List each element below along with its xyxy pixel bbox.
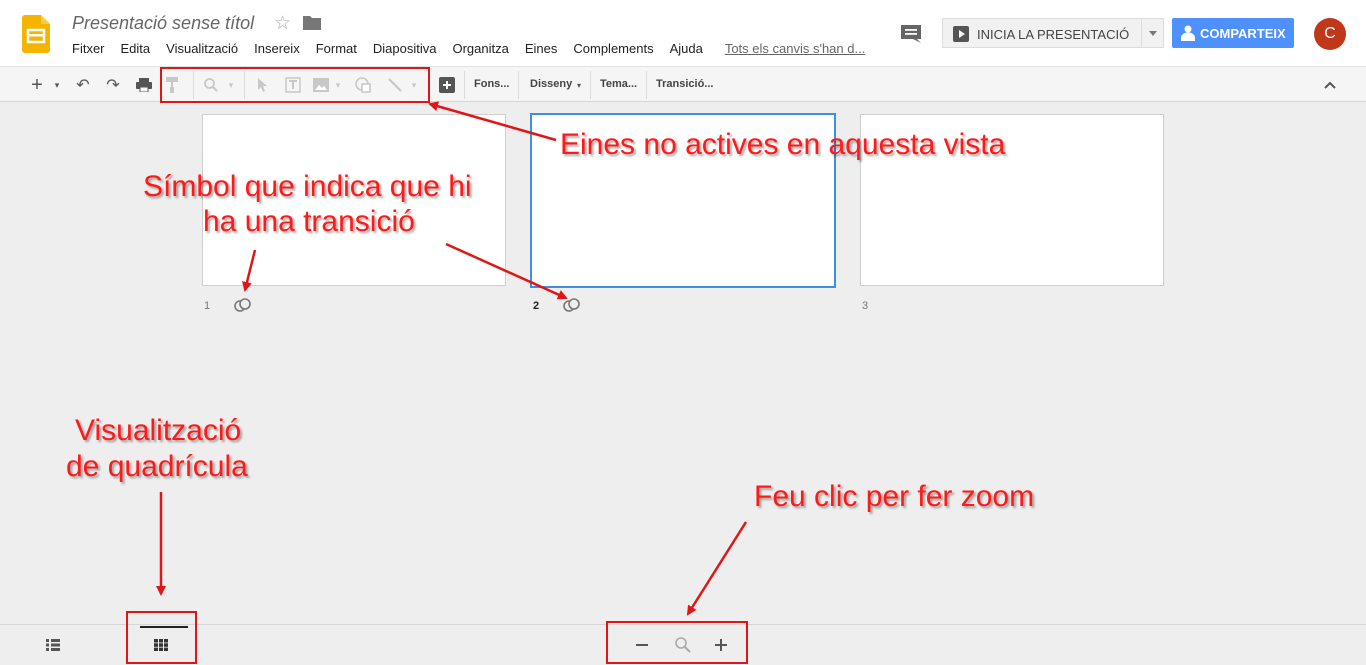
annotation-grid-view-line2: de quadrícula [66, 450, 248, 483]
annotation-zoom: Feu clic per fer zoom [754, 480, 1035, 513]
annotation-grid-view-line1: Visualització [75, 414, 242, 447]
annotation-transition-symbol-line1: Símbol que indica que hi [143, 170, 472, 203]
annotation-transition-symbol-line2: ha una transició [203, 205, 415, 238]
annotation-arrows [156, 101, 748, 616]
annotation-inactive-tools: Eines no actives en aquesta vista [560, 128, 1006, 161]
